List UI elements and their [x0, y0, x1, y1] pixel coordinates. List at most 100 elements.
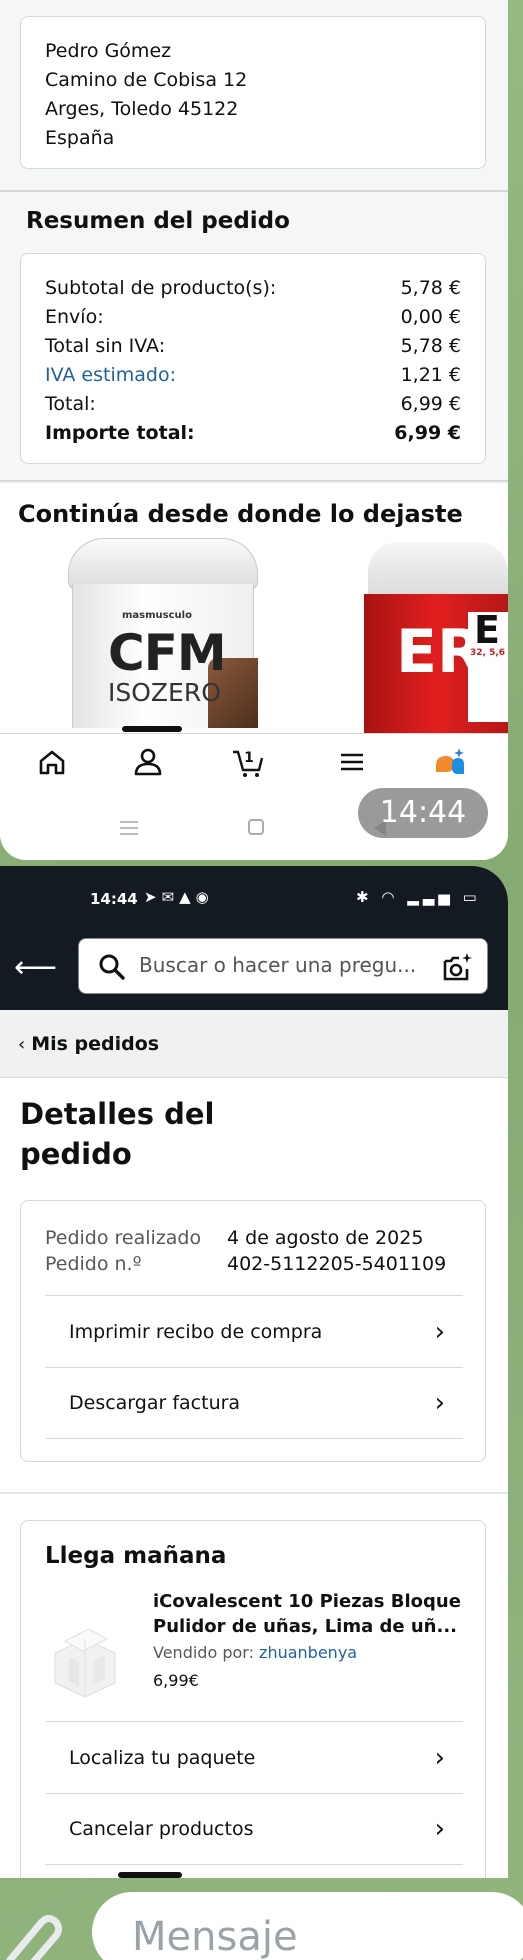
- screenshot-order-summary: Pedro Gómez Camino de Cobisa 12 Arges, T…: [0, 0, 508, 860]
- scroll-indicator: [118, 1872, 182, 1878]
- chevron-left-icon: ‹: [18, 1034, 26, 1055]
- chevron-right-icon: ›: [434, 1814, 445, 1844]
- summary-label: Importe total:: [45, 422, 195, 444]
- recent-apps-icon[interactable]: [120, 821, 138, 835]
- assistant-icon[interactable]: [432, 744, 468, 780]
- back-arrow-icon[interactable]: ⟵: [14, 950, 57, 985]
- divider: [0, 190, 508, 192]
- print-receipt-link[interactable]: Imprimir recibo de compra ›: [45, 1295, 463, 1367]
- product-image: [68, 538, 258, 590]
- bottom-navigation: 1: [0, 733, 508, 791]
- link-label: Descargar factura: [69, 1392, 241, 1414]
- chevron-right-icon: ›: [434, 1742, 445, 1773]
- summary-row: Subtotal de producto(s): 5,78 €: [45, 274, 461, 303]
- download-invoice-link[interactable]: Descargar factura ›: [45, 1367, 463, 1439]
- home-button-icon[interactable]: [248, 819, 264, 835]
- message-timestamp: 14:44: [358, 788, 488, 838]
- product-thumbnail[interactable]: [45, 1617, 125, 1701]
- summary-label: Subtotal de producto(s):: [45, 277, 277, 299]
- order-summary-card: Subtotal de producto(s): 5,78 € Envío: 0…: [20, 253, 486, 464]
- search-placeholder: Buscar o hacer una pregu...: [139, 953, 417, 977]
- page-title: Detalles del pedido: [20, 1097, 215, 1171]
- continue-shopping-section: Continúa desde donde lo dejaste masmuscu…: [0, 484, 508, 734]
- address-line: Arges, Toledo 45122: [45, 98, 239, 120]
- product-label-text: E: [474, 608, 500, 652]
- cart-icon[interactable]: 1: [230, 744, 266, 780]
- product-title-link[interactable]: iCovalescent 10 Piezas Bloque Pulidor de…: [153, 1589, 471, 1639]
- summary-row: Total sin IVA: 5,78 €: [45, 332, 461, 361]
- breadcrumb-label: Mis pedidos: [31, 1033, 160, 1055]
- summary-row-grand-total: Importe total: 6,99 €: [45, 419, 461, 448]
- search-input[interactable]: Buscar o hacer una pregu...: [78, 938, 488, 994]
- system-status-icons: ✱ ◠ ▂▃▅ ▭: [356, 888, 481, 906]
- breadcrumb[interactable]: ‹ Mis pedidos: [0, 1010, 508, 1078]
- account-icon[interactable]: [130, 744, 166, 780]
- summary-value: 6,99 €: [400, 393, 461, 415]
- product-image: [368, 542, 508, 602]
- notification-icons: ➤✉▲◉: [144, 888, 214, 906]
- product-price: 6,99€: [153, 1671, 199, 1690]
- product-card-cfm-isozero[interactable]: masmusculo CFM ISOZERO: [68, 538, 258, 728]
- address-line: Pedro Gómez: [45, 40, 172, 62]
- home-icon[interactable]: [34, 744, 70, 780]
- summary-label: Total sin IVA:: [45, 335, 166, 357]
- status-time: 14:44: [90, 890, 138, 908]
- summary-label: Total:: [45, 393, 96, 415]
- order-number-value: 402-5112205-5401109: [227, 1253, 447, 1275]
- summary-row: IVA estimado: 1,21 €: [45, 361, 461, 390]
- camera-search-icon[interactable]: [441, 951, 473, 983]
- search-icon: [99, 954, 125, 980]
- product-card-whey-protein[interactable]: ERO E 32, 5,6: [360, 542, 508, 734]
- address-line: España: [45, 127, 115, 149]
- link-label: Localiza tu paquete: [69, 1746, 256, 1769]
- menu-icon[interactable]: [334, 744, 370, 780]
- cancel-items-link[interactable]: Cancelar productos ›: [45, 1793, 463, 1865]
- message-input[interactable]: Mensaje: [92, 1892, 523, 1960]
- product-subname: ISOZERO: [108, 678, 221, 707]
- screenshot-order-details: 14:44 ➤✉▲◉ ✱ ◠ ▂▃▅ ▭ ⟵ Buscar o hacer un…: [0, 866, 508, 1878]
- product-brand: masmusculo: [122, 610, 192, 621]
- divider: [0, 480, 508, 482]
- summary-title: Resumen del pedido: [26, 208, 290, 234]
- track-package-link[interactable]: Localiza tu paquete ›: [45, 1721, 463, 1793]
- shipment-card: Llega mañana iCovalescent 10 Piezas Bloq…: [20, 1520, 486, 1878]
- message-placeholder: Mensaje: [132, 1914, 298, 1960]
- product-title-line: Pulidor de uñas, Lima de uñ...: [153, 1616, 458, 1637]
- summary-label: Envío:: [45, 306, 104, 328]
- chevron-right-icon: ›: [434, 1316, 445, 1347]
- order-date-label: Pedido realizado: [45, 1227, 202, 1249]
- product-name: CFM: [108, 624, 227, 682]
- summary-value: 5,78 €: [400, 277, 461, 299]
- cart-count: 1: [244, 750, 254, 766]
- delivery-status: Llega mañana: [45, 1543, 227, 1569]
- scroll-indicator: [122, 726, 182, 732]
- link-label: Cancelar productos: [69, 1818, 254, 1840]
- seller-info: Vendido por: zhuanbenya: [153, 1643, 357, 1662]
- summary-value: 6,99 €: [394, 422, 461, 444]
- estimated-vat-link[interactable]: IVA estimado:: [45, 361, 176, 390]
- summary-value: 0,00 €: [400, 306, 461, 328]
- product-title-line: iCovalescent 10 Piezas Bloque: [153, 1591, 461, 1612]
- product-label: E 32, 5,6: [468, 608, 508, 722]
- summary-value: 5,78 €: [400, 335, 461, 357]
- divider: [0, 1492, 508, 1494]
- summary-row: Total: 6,99 €: [45, 390, 461, 419]
- order-info-card: Pedido realizado 4 de agosto de 2025 Ped…: [20, 1200, 486, 1462]
- order-date-value: 4 de agosto de 2025: [227, 1227, 424, 1249]
- summary-value: 1,21 €: [400, 364, 461, 386]
- order-number-label: Pedido n.º: [45, 1253, 142, 1275]
- status-bar: 14:44 ➤✉▲◉ ✱ ◠ ▂▃▅ ▭: [0, 866, 508, 914]
- summary-row: Envío: 0,00 €: [45, 303, 461, 332]
- product-label-text: 32, 5,6: [470, 648, 506, 658]
- message-composer: Mensaje: [0, 1888, 523, 1960]
- chevron-right-icon: ›: [434, 1388, 445, 1418]
- continue-title: Continúa desde donde lo dejaste: [18, 500, 463, 528]
- paperclip-icon[interactable]: [0, 1902, 62, 1960]
- breadcrumb-link[interactable]: ‹ Mis pedidos: [18, 1033, 159, 1055]
- seller-link[interactable]: zhuanbenya: [259, 1643, 357, 1662]
- seller-label: Vendido por:: [153, 1643, 254, 1662]
- address-line: Camino de Cobisa 12: [45, 69, 248, 91]
- link-label: Imprimir recibo de compra: [69, 1320, 323, 1343]
- search-header: ⟵ Buscar o hacer una pregu...: [0, 914, 508, 1010]
- shipping-address-card: Pedro Gómez Camino de Cobisa 12 Arges, T…: [20, 16, 486, 169]
